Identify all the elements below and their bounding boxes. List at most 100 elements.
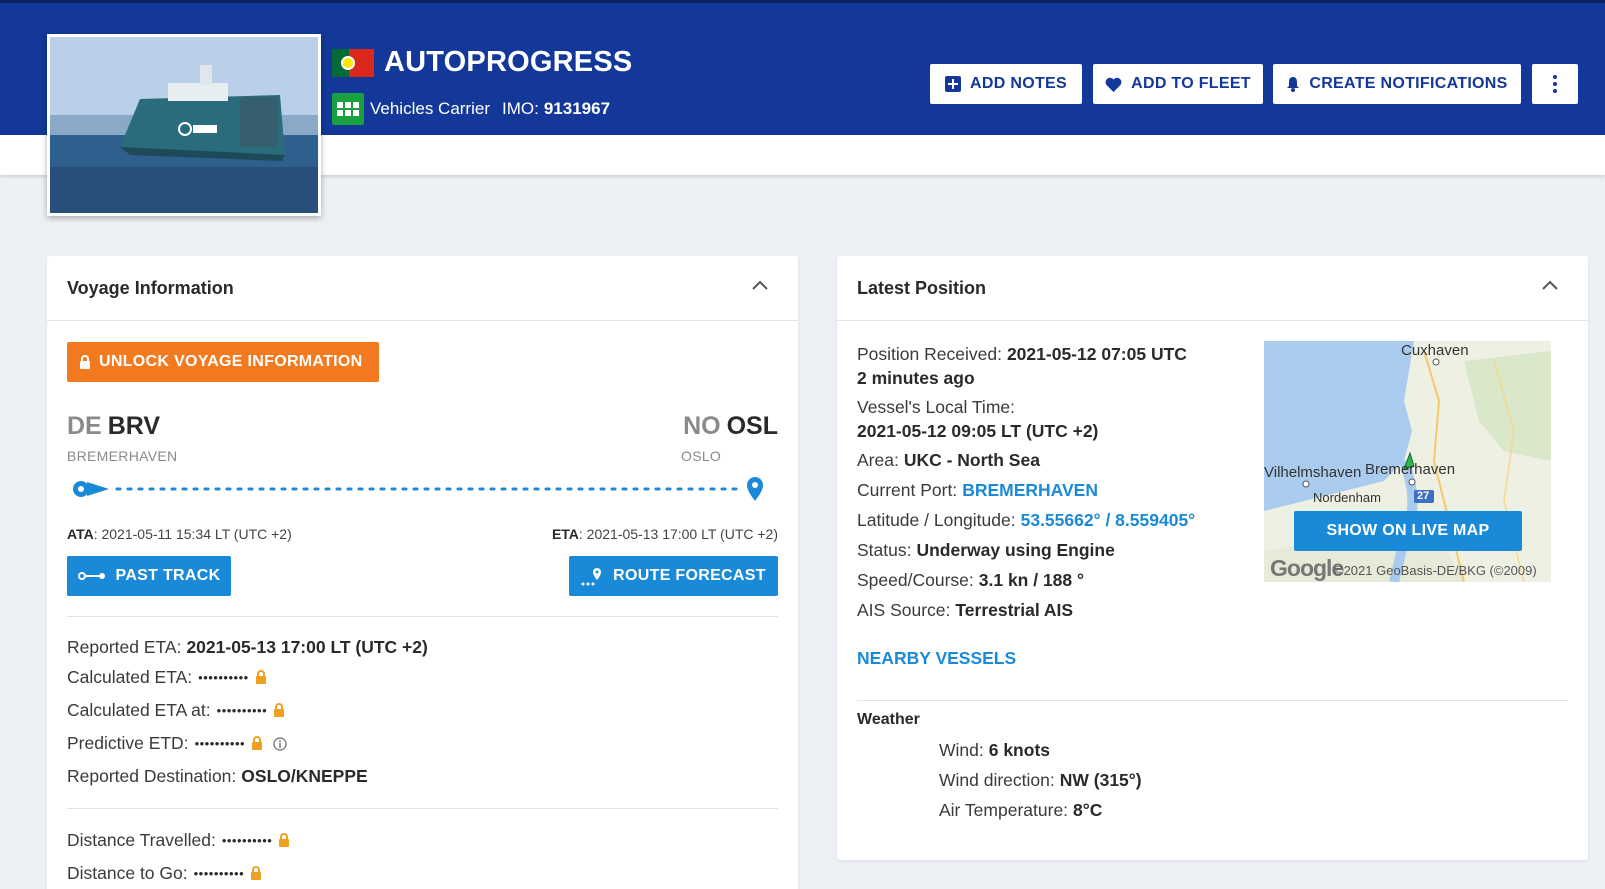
- add-to-fleet-button[interactable]: ADD TO FLEET: [1093, 64, 1263, 104]
- arrival-marker-icon: [747, 477, 763, 501]
- current-port-label: Current Port:: [857, 480, 958, 500]
- masked-value: ••••••••••: [198, 670, 249, 685]
- latlon-row: Latitude / Longitude: 53.55662° / 8.5594…: [857, 510, 1195, 531]
- departure-port-name[interactable]: BREMERHAVEN: [67, 448, 177, 464]
- add-notes-button[interactable]: ADD NOTES: [930, 64, 1082, 104]
- vehicles-carrier-icon: [332, 93, 364, 125]
- wind-direction-value: NW (315°): [1059, 770, 1142, 790]
- area-label: Area:: [857, 450, 899, 470]
- position-map[interactable]: Cuxhaven Vilhelmshaven Bremerhaven Norde…: [1264, 341, 1551, 582]
- area-value: UKC - North Sea: [903, 450, 1040, 470]
- speed-course-row: Speed/Course: 3.1 kn / 188 °: [857, 570, 1084, 591]
- latest-position-card: Latest Position Position Received: 2021-…: [837, 256, 1588, 860]
- distance-travelled-label: Distance Travelled:: [67, 830, 216, 850]
- ata-text: ATA: 2021-05-11 15:34 LT (UTC +2): [67, 526, 292, 542]
- chevron-up-icon[interactable]: [752, 280, 768, 290]
- reported-destination-row: Reported Destination: OSLO/KNEPPE: [67, 766, 368, 787]
- air-temperature-value: 8°C: [1073, 800, 1103, 820]
- speed-course-value: 3.1 kn / 188 °: [978, 570, 1085, 590]
- wind-direction-label: Wind direction:: [939, 770, 1055, 790]
- past-track-button[interactable]: PAST TRACK: [67, 556, 231, 596]
- google-logo: Google: [1270, 555, 1344, 581]
- area-row: Area: UKC - North Sea: [857, 450, 1040, 471]
- calculated-eta-at-label: Calculated ETA at:: [67, 700, 211, 720]
- lock-icon[interactable]: [255, 670, 267, 685]
- calculated-eta-at-row: Calculated ETA at: ••••••••••: [67, 700, 285, 721]
- past-track-icon: [77, 572, 105, 580]
- ais-source-value: Terrestrial AIS: [955, 600, 1074, 620]
- map-road-number: 27: [1417, 490, 1430, 502]
- chevron-up-icon[interactable]: [1542, 280, 1558, 290]
- route-forecast-icon: [581, 568, 602, 586]
- bell-icon: [1287, 77, 1300, 92]
- map-copyright: ©2021 GeoBasis-DE/BKG (©2009): [1334, 563, 1537, 578]
- position-card-title: Latest Position: [857, 278, 987, 298]
- lock-icon[interactable]: [278, 833, 290, 848]
- create-notifications-button[interactable]: CREATE NOTIFICATIONS: [1273, 64, 1521, 104]
- speed-course-label: Speed/Course:: [857, 570, 974, 590]
- position-received-ago: 2 minutes ago: [857, 368, 975, 388]
- lock-icon[interactable]: [273, 703, 285, 718]
- arrival-code: OSL: [726, 412, 778, 440]
- map-label-nordenham: Nordenham: [1313, 490, 1381, 505]
- nearby-vessels-link[interactable]: NEARBY VESSELS: [857, 648, 1016, 669]
- map-label-cuxhaven: Cuxhaven: [1401, 342, 1469, 359]
- create-notifications-label: CREATE NOTIFICATIONS: [1309, 75, 1508, 92]
- ata-label: ATA: [67, 526, 94, 542]
- status-row: Status: Underway using Engine: [857, 540, 1115, 561]
- masked-value: ••••••••••: [216, 703, 268, 718]
- unlock-voyage-button[interactable]: UNLOCK VOYAGE INFORMATION: [67, 342, 379, 382]
- show-on-live-map-button[interactable]: SHOW ON LIVE MAP: [1294, 511, 1522, 551]
- vessel-meta-row: Vehicles Carrier IMO: 9131967: [332, 93, 610, 125]
- imo-label: IMO:: [502, 99, 539, 118]
- predictive-etd-label: Predictive ETD:: [67, 733, 189, 753]
- route-forecast-button[interactable]: ROUTE FORECAST: [569, 556, 778, 596]
- ais-source-row: AIS Source: Terrestrial AIS: [857, 600, 1073, 621]
- current-port-link[interactable]: BREMERHAVEN: [962, 480, 1098, 501]
- masked-value: ••••••••••: [194, 736, 246, 751]
- more-options-button[interactable]: [1532, 64, 1578, 104]
- position-received-row: Position Received: 2021-05-12 07:05 UTC: [857, 344, 1187, 365]
- lock-icon[interactable]: [251, 736, 263, 751]
- status-value: Underway using Engine: [916, 540, 1115, 560]
- portugal-flag-icon: [332, 48, 374, 77]
- calculated-eta-row: Calculated ETA: ••••••••••: [67, 667, 267, 688]
- imo-value: 9131967: [543, 99, 611, 118]
- more-vertical-icon: [1553, 75, 1557, 93]
- vessel-photo-image: [50, 37, 318, 213]
- unlock-voyage-label: UNLOCK VOYAGE INFORMATION: [99, 353, 363, 370]
- add-notes-label: ADD NOTES: [970, 75, 1067, 92]
- predictive-etd-row: Predictive ETD: ••••••••••: [67, 733, 287, 754]
- reported-eta-label: Reported ETA:: [67, 637, 182, 657]
- local-time-row: 2021-05-12 09:05 LT (UTC +2): [857, 421, 1098, 442]
- position-received-label: Position Received:: [857, 344, 1002, 364]
- local-time-label-row: Vessel's Local Time:: [857, 397, 1015, 418]
- wind-row: Wind: 6 knots: [939, 740, 1050, 761]
- calculated-eta-label: Calculated ETA:: [67, 667, 193, 687]
- info-icon[interactable]: [273, 736, 287, 751]
- status-label: Status:: [857, 540, 912, 560]
- voyage-information-card: Voyage Information UNLOCK VOYAGE INFORMA…: [47, 256, 798, 889]
- departure-port-code: DE BRV: [67, 412, 160, 441]
- add-note-icon: [945, 76, 962, 92]
- arrival-port-name[interactable]: OSLO: [681, 448, 721, 464]
- section-divider: [857, 700, 1568, 701]
- vessel-title-row: AUTOPROGRESS: [332, 46, 632, 79]
- map-label-bremerhaven: Bremerhaven: [1365, 461, 1456, 478]
- position-received-value: 2021-05-12 07:05 UTC: [1006, 344, 1187, 364]
- eta-label: ETA: [551, 526, 579, 542]
- heart-icon: [1105, 77, 1122, 92]
- vessel-photo[interactable]: [47, 34, 321, 216]
- lock-icon[interactable]: [250, 866, 262, 881]
- reported-destination-value: OSLO/KNEPPE: [241, 766, 368, 786]
- vessel-name: AUTOPROGRESS: [384, 46, 633, 78]
- departure-country: DE: [67, 412, 102, 440]
- departure-code: BRV: [107, 412, 161, 440]
- latlon-label: Latitude / Longitude:: [857, 510, 1016, 530]
- section-divider: [67, 616, 778, 617]
- voyage-progress-timeline: [73, 477, 763, 501]
- wind-label: Wind:: [939, 740, 984, 760]
- latlon-link[interactable]: 53.55662° / 8.559405°: [1021, 510, 1196, 531]
- vessel-type: Vehicles Carrier: [370, 99, 490, 118]
- arrival-country: NO: [683, 412, 721, 440]
